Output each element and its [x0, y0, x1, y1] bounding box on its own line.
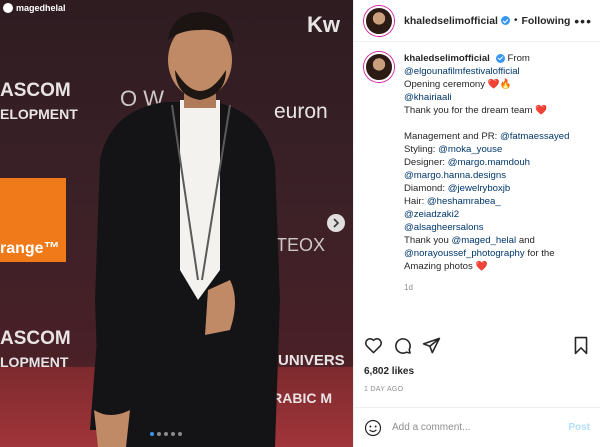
verified-icon	[500, 16, 510, 25]
caption-line: @alsagheersalons	[404, 221, 569, 234]
chevron-right-icon	[333, 218, 340, 228]
likes-count[interactable]: 6,802 likes	[364, 366, 414, 377]
mention-link[interactable]: @margo.mamdouh	[448, 157, 530, 168]
mention-link[interactable]: @norayoussef_photography	[404, 248, 525, 259]
sponsor-development-top: ELOPMENT	[0, 106, 78, 122]
caption-text: Thank you	[404, 235, 452, 246]
header-separator: •	[513, 15, 518, 26]
sponsor-orange: range™	[0, 240, 60, 257]
bookmark-icon	[574, 336, 588, 355]
person-figure	[90, 12, 280, 447]
caption-gap	[404, 117, 569, 130]
emoji-icon[interactable]	[364, 419, 382, 437]
caption-line: Designer: @margo.mamdouh	[404, 156, 569, 169]
caption-username[interactable]: khaledselimofficial	[404, 53, 490, 64]
caption-line: Management and PR: @fatmaessayed	[404, 130, 569, 143]
carousel-dot	[150, 432, 154, 436]
watermark-text: magedhelal	[16, 3, 66, 13]
caption-line: Opening ceremony ❤️🔥	[404, 79, 512, 90]
caption-text: Designer:	[404, 157, 448, 168]
caption-line: Amazing photos ❤️	[404, 261, 488, 272]
comment-icon[interactable]	[393, 336, 412, 355]
post-date: 1 DAY AGO	[364, 386, 404, 393]
caption-line: @khairiaali	[404, 91, 569, 104]
mention-link[interactable]: @elgounafilmfestivalofficial	[404, 66, 520, 77]
post-header: khaledselimofficial • Following •••	[354, 0, 600, 42]
mention-link[interactable]: @jewelryboxjb	[448, 183, 511, 194]
mention-link[interactable]: @khairiaali	[404, 92, 452, 103]
carousel-indicator	[150, 432, 182, 436]
instagram-post: magedhelal Kw ASCOM ELOPMENT O W euron r…	[0, 0, 600, 447]
sponsor-development-bottom: LOPMENT	[0, 354, 69, 370]
mention-link[interactable]: @zeiadzaki2	[404, 209, 459, 220]
mention-link[interactable]: @moka_youse	[438, 144, 502, 155]
carousel-dot	[157, 432, 161, 436]
photo-watermark: magedhelal	[3, 3, 66, 13]
verified-icon	[495, 53, 505, 63]
caption-text: and	[516, 235, 535, 246]
mention-link[interactable]: @margo.hanna.designs	[404, 170, 506, 181]
caption-text: for the	[524, 248, 555, 259]
sponsor-ascom-top: ASCOM	[0, 80, 71, 101]
action-bar	[364, 336, 441, 355]
post-comment-button[interactable]: Post	[568, 422, 590, 433]
sponsor-kw: Kw	[307, 12, 340, 37]
caption-text: Hair:	[404, 196, 427, 207]
mention-link[interactable]: @fatmaessayed	[500, 131, 569, 142]
caption-text: Diamond:	[404, 183, 448, 194]
caption-line: @norayoussef_photography for the	[404, 247, 569, 260]
caption-line: Thank you @maged_helal and	[404, 234, 569, 247]
carousel-dot	[178, 432, 182, 436]
mention-link[interactable]: @maged_helal	[451, 235, 516, 246]
caption-avatar[interactable]	[364, 52, 394, 82]
heart-icon[interactable]	[364, 336, 383, 355]
caption-line: Thank you for the dream team ❤️	[404, 105, 548, 116]
post-sidebar: khaledselimofficial • Following ••• khal…	[353, 0, 600, 447]
save-button[interactable]	[572, 336, 590, 360]
more-options-button[interactable]: •••	[574, 13, 592, 29]
watermark-logo-icon	[3, 3, 13, 13]
caption-line: Hair: @heshamrabea_	[404, 195, 569, 208]
add-comment-row: Post	[354, 407, 600, 447]
comment-input[interactable]	[390, 421, 569, 434]
caption-first-line: khaledselimofficial From	[404, 52, 569, 65]
caption-line: @elgounafilmfestivalofficial	[404, 65, 569, 78]
caption-text: From	[507, 53, 530, 64]
carousel-dot	[164, 432, 168, 436]
carousel-dot	[171, 432, 175, 436]
mention-link[interactable]: @heshamrabea_	[427, 196, 501, 207]
header-username[interactable]: khaledselimofficial	[404, 15, 498, 27]
caption-line: Styling: @moka_youse	[404, 143, 569, 156]
carousel-next-button[interactable]	[327, 214, 345, 232]
avatar[interactable]	[364, 5, 394, 36]
caption: khaledselimofficial From @elgounafilmfes…	[404, 52, 569, 314]
caption-timestamp[interactable]: 1d	[404, 281, 569, 294]
caption-text: Management and PR:	[404, 131, 500, 142]
caption-line: Diamond: @jewelryboxjb	[404, 182, 569, 195]
following-button[interactable]: Following	[521, 15, 570, 27]
caption-line: @zeiadzaki2	[404, 208, 569, 221]
caption-area: khaledselimofficial From @elgounafilmfes…	[354, 42, 600, 314]
share-icon[interactable]	[422, 336, 441, 355]
caption-text: Styling:	[404, 144, 439, 155]
mention-link[interactable]: @alsagheersalons	[404, 222, 484, 233]
sponsor-ascom-bottom: ASCOM	[0, 328, 71, 349]
post-photo[interactable]: magedhelal Kw ASCOM ELOPMENT O W euron r…	[0, 0, 353, 447]
caption-line: @margo.hanna.designs	[404, 169, 569, 182]
